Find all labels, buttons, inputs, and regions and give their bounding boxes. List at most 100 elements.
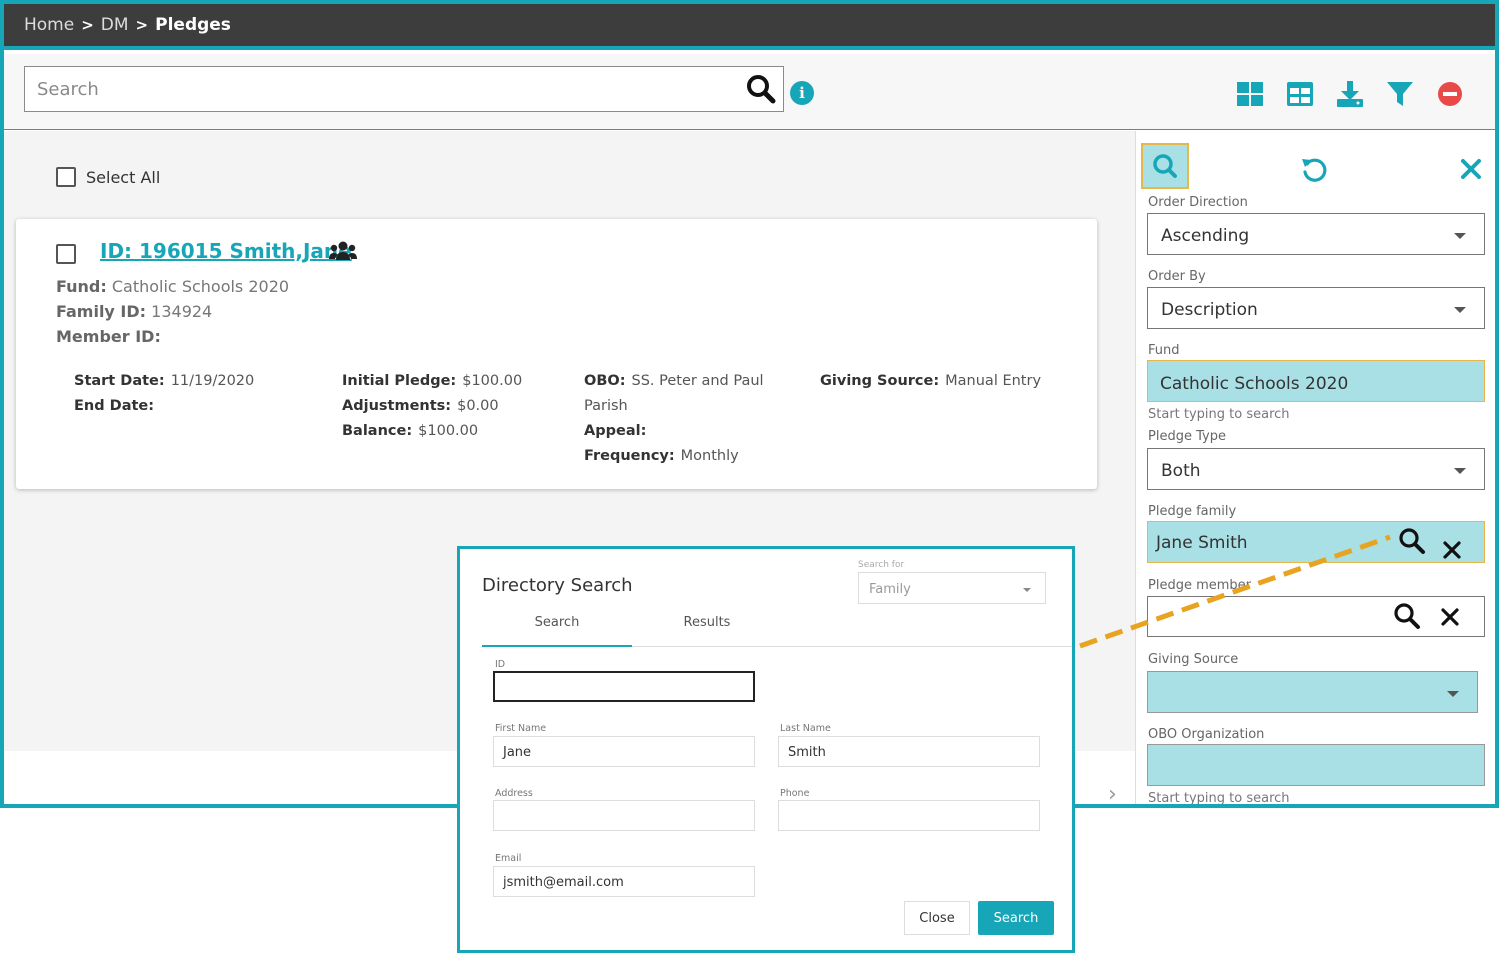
obo: OBO: SS. Peter and Paul <box>584 373 764 389</box>
search-button[interactable]: Search <box>978 901 1054 935</box>
last-name-field[interactable]: Smith <box>778 736 1040 767</box>
close-button[interactable]: Close <box>904 901 970 935</box>
apply-search-button[interactable] <box>1141 143 1189 189</box>
frequency-value: Monthly <box>680 448 739 464</box>
member-id-line: Member ID: <box>56 327 161 346</box>
family-id-value: 134924 <box>151 302 213 321</box>
search-icon[interactable] <box>745 73 777 109</box>
family-id-label: Family ID: <box>56 302 147 321</box>
info-icon[interactable]: i <box>790 81 814 105</box>
clear-icon[interactable] <box>1443 533 1461 575</box>
filter-icon[interactable] <box>1386 80 1414 108</box>
search-input[interactable] <box>25 67 725 111</box>
email-field[interactable]: jsmith@email.com <box>493 866 755 897</box>
pledge-title-link[interactable]: ID: 196015 Smith,Jane <box>100 239 352 263</box>
initial-pledge-value: $100.00 <box>462 373 523 389</box>
last-name-label: Last Name <box>780 723 831 734</box>
order-by-value: Description <box>1161 300 1258 320</box>
remove-icon[interactable] <box>1436 80 1464 108</box>
adjustments: Adjustments: $0.00 <box>342 398 499 414</box>
select-all-checkbox[interactable] <box>56 167 76 187</box>
first-name-value: Jane <box>503 745 532 760</box>
id-field[interactable] <box>493 671 755 702</box>
balance-label: Balance: <box>342 423 413 439</box>
breadcrumb: Home > DM > Pledges <box>4 4 1495 50</box>
first-name-field[interactable]: Jane <box>493 736 755 767</box>
balance-value: $100.00 <box>418 423 479 439</box>
fund-line: Fund: Catholic Schools 2020 <box>56 277 289 296</box>
clear-icon[interactable] <box>1441 608 1459 626</box>
search-icon[interactable] <box>1393 602 1421 630</box>
pledge-member-label: Pledge member <box>1148 578 1252 593</box>
breadcrumb-dm[interactable]: DM <box>101 15 129 35</box>
id-label: ID <box>495 659 506 670</box>
frequency: Frequency: Monthly <box>584 448 739 464</box>
pledge-type-label: Pledge Type <box>1148 429 1226 444</box>
filter-panel: Order Direction Ascending Order By Descr… <box>1135 131 1495 806</box>
pledge-family-input[interactable]: Jane Smith <box>1147 521 1485 563</box>
search-for-select[interactable]: Family <box>858 572 1046 604</box>
fund-filter-label: Fund <box>1148 343 1180 358</box>
close-icon[interactable] <box>1460 158 1482 184</box>
order-direction-select[interactable]: Ascending <box>1147 213 1485 255</box>
obo-label: OBO: <box>584 373 626 389</box>
frequency-label: Frequency: <box>584 448 675 464</box>
breadcrumb-pledges: Pledges <box>155 15 231 35</box>
email-label: Email <box>495 853 522 864</box>
grid-view-icon[interactable] <box>1236 80 1264 108</box>
search-box <box>24 66 784 112</box>
fund-filter-input[interactable]: Catholic Schools 2020 <box>1147 360 1485 402</box>
fund-label: Fund: <box>56 277 107 296</box>
phone-label: Phone <box>780 788 810 799</box>
end-date: End Date: <box>74 398 160 414</box>
giving-source-value: Manual Entry <box>945 373 1042 389</box>
obo-line2: Parish <box>584 398 628 414</box>
chevron-down-icon <box>1454 307 1466 313</box>
pledge-member-input[interactable] <box>1147 596 1485 637</box>
order-by-label: Order By <box>1148 269 1206 284</box>
family-icon <box>329 240 357 266</box>
address-label: Address <box>495 788 533 799</box>
select-all[interactable]: Select All <box>56 167 160 187</box>
pledge-checkbox[interactable] <box>56 244 76 264</box>
address-field[interactable] <box>493 800 755 831</box>
tab-search[interactable]: Search <box>482 615 632 647</box>
obo-org-hint: Start typing to search <box>1148 791 1290 806</box>
pledge-type-select[interactable]: Both <box>1147 448 1485 490</box>
giving-source-select[interactable] <box>1147 671 1478 713</box>
chevron-down-icon <box>1447 691 1459 697</box>
obo-org-input[interactable] <box>1147 744 1485 786</box>
tab-results[interactable]: Results <box>632 615 782 647</box>
pledge-family-value: Jane Smith <box>1156 533 1248 553</box>
order-by-select[interactable]: Description <box>1147 287 1485 329</box>
next-page-icon[interactable]: › <box>1108 782 1117 804</box>
search-icon[interactable] <box>1398 527 1426 571</box>
dialog-tabs: Search Results <box>482 607 1072 647</box>
initial-pledge-label: Initial Pledge: <box>342 373 457 389</box>
directory-search-dialog: Directory Search Search for Family Searc… <box>457 546 1075 953</box>
chevron-right-icon: > <box>81 16 94 34</box>
chevron-down-icon <box>1023 588 1031 592</box>
download-icon[interactable] <box>1336 80 1364 108</box>
search-for-value: Family <box>869 582 911 597</box>
breadcrumb-home[interactable]: Home <box>24 15 74 35</box>
giving-source: Giving Source: Manual Entry <box>820 373 1041 389</box>
fund-filter-hint: Start typing to search <box>1148 407 1290 422</box>
phone-field[interactable] <box>778 800 1040 831</box>
table-view-icon[interactable] <box>1286 80 1314 108</box>
giving-source-filter-label: Giving Source <box>1148 652 1239 667</box>
email-value: jsmith@email.com <box>503 875 624 890</box>
reset-icon[interactable] <box>1300 155 1330 189</box>
end-date-label: End Date: <box>74 398 155 414</box>
pledge-family-label: Pledge family <box>1148 504 1237 519</box>
pledge-type-value: Both <box>1161 461 1201 481</box>
last-name-value: Smith <box>788 745 826 760</box>
fund-filter-value: Catholic Schools 2020 <box>1160 374 1349 394</box>
obo-org-label: OBO Organization <box>1148 727 1265 742</box>
first-name-label: First Name <box>495 723 547 734</box>
select-all-label: Select All <box>86 167 161 187</box>
order-direction-label: Order Direction <box>1148 195 1248 210</box>
order-direction-value: Ascending <box>1161 226 1250 246</box>
obo-value-line2: Parish <box>584 398 628 414</box>
balance: Balance: $100.00 <box>342 423 478 439</box>
